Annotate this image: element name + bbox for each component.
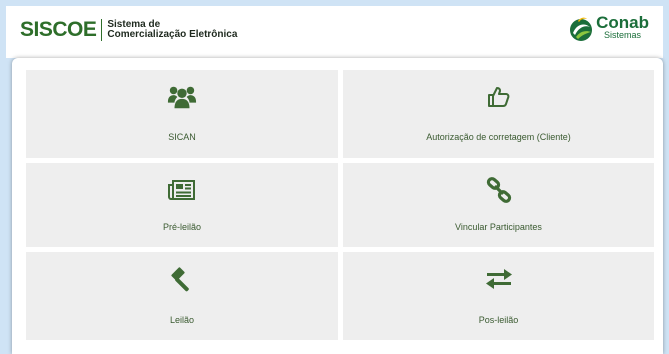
tile-label: Pos-leilão (478, 315, 519, 325)
tile-label: Leilão (169, 315, 195, 325)
tile-label: Vincular Participantes (455, 222, 542, 232)
tile-pre-leilao[interactable]: Pré-leilão (26, 163, 338, 247)
conab-logo: Conab Sistemas (568, 13, 649, 43)
brand-divider (101, 19, 103, 41)
link-icon (484, 175, 514, 205)
conab-emblem-icon (570, 17, 593, 41)
tile-vincular-participantes[interactable]: Vincular Participantes (343, 163, 654, 247)
siscoe-logo: SISCOE (20, 18, 97, 41)
users-icon (167, 82, 197, 112)
conab-name: Conab (596, 13, 649, 32)
thumbs-up-icon (484, 82, 514, 112)
tile-label: Pré-leilão (162, 222, 202, 232)
menu-grid: SICAN Autorização de corretagem (Cliente… (26, 70, 654, 340)
newspaper-icon (167, 175, 197, 205)
tile-leilao[interactable]: Leilão (26, 252, 338, 340)
subtitle-line-2: Comercialização Eletrônica (107, 29, 238, 40)
tile-autorizacao-corretagem[interactable]: Autorização de corretagem (Cliente) (343, 70, 654, 158)
brand[interactable]: SISCOE Sistema de Comercialização Eletrô… (20, 19, 237, 41)
tile-label: Autorização de corretagem (Cliente) (426, 132, 571, 142)
gavel-icon (167, 264, 197, 294)
exchange-icon (484, 264, 514, 294)
tile-label: SICAN (168, 132, 196, 142)
tile-sican[interactable]: SICAN (26, 70, 338, 158)
brand-subtitle: Sistema de Comercialização Eletrônica (107, 20, 237, 40)
main-panel: SICAN Autorização de corretagem (Cliente… (12, 58, 663, 354)
header-bar: SISCOE Sistema de Comercialização Eletrô… (6, 6, 663, 58)
tile-pos-leilao[interactable]: Pos-leilão (343, 252, 654, 340)
